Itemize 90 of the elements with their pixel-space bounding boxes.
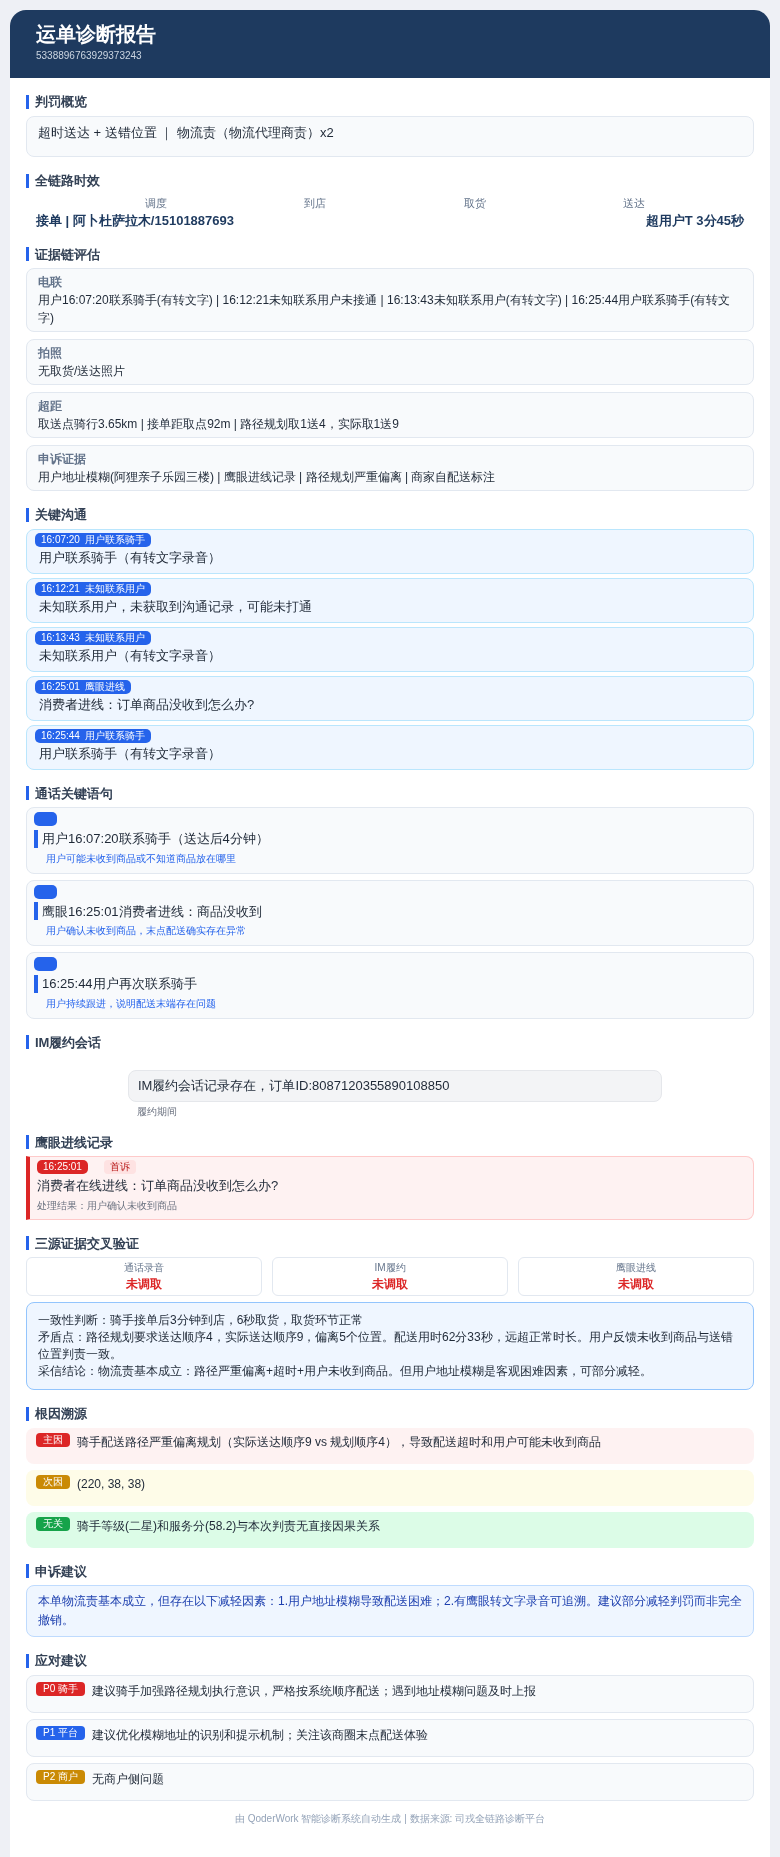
quote-text: 用户16:07:20联系骑手（送达后4分钟） xyxy=(42,830,269,848)
appeal-box: 本单物流责基本成立，但存在以下减轻因素：1.用户地址模糊导致配送困难；2.有鹰眼转文字录音可追溯。建议部分减轻判罚而非完全撤销。 xyxy=(26,1585,754,1637)
section-marker xyxy=(26,1236,29,1251)
evidence-label: 拍照 xyxy=(38,345,63,362)
footer-text: 由 QoderWork 智能诊断系统自动生成 | 数据来源: 司戎全链路诊断平台 xyxy=(233,1811,547,1826)
time-tag: 16:13:43 未知联系用户 xyxy=(35,630,152,645)
quote-text: 16:25:44用户再次联系骑手 xyxy=(42,975,197,993)
priority-tag: P1 平台 xyxy=(36,1725,85,1740)
section-marker xyxy=(26,247,29,262)
evidence-text: 用户16:07:20联系骑手(有转文字) | 16:12:21未知联系用户未接通 | 16:13:43未知联系用户(有转文字) | 16:25:44用户联系骑手(有转文字) xyxy=(38,292,732,327)
im-message: IM履约会话记录存在，订单ID:8087120355890108850 xyxy=(128,1070,662,1102)
section-title: 证据链评估 xyxy=(35,245,100,264)
section-marker xyxy=(26,1564,29,1579)
status-tag: 首诉 xyxy=(103,1160,136,1174)
time-tag: 16:12:21 未知联系用户 xyxy=(35,581,152,596)
evidence-label: 申诉证据 xyxy=(38,451,87,468)
source-label: IM履约 xyxy=(374,1261,406,1275)
tag-pill xyxy=(34,884,57,899)
section-title: 判罚概览 xyxy=(35,93,87,111)
action-text: 建议优化模糊地址的识别和提示机制；关注该商圈末点配送体验 xyxy=(92,1726,428,1744)
cause-text: (220, 38, 38) xyxy=(77,1475,146,1493)
section-title: 关键沟通 xyxy=(35,506,87,524)
verification-line: 一致性判断：骑手接单后3分钟到店，6秒取货，取货环节正常 xyxy=(38,1312,365,1329)
section-marker xyxy=(26,1406,29,1421)
source-status: 未调取 xyxy=(372,1276,408,1293)
timeline-step-label: 送达 xyxy=(622,195,647,211)
source-label: 鹰眼进线 xyxy=(616,1261,656,1275)
report-title: 运单诊断报告 xyxy=(36,22,157,47)
quote-marker xyxy=(34,974,38,993)
source-label: 通话录音 xyxy=(124,1261,164,1275)
communication-text: 未知联系用户（有转文字录音） xyxy=(38,646,222,665)
section-marker xyxy=(26,786,29,801)
communication-text: 消费者进线：订单商品没收到怎么办? xyxy=(38,695,256,714)
timeline-step-label: 取货 xyxy=(462,195,487,211)
timeline-step-label: 到店 xyxy=(303,195,328,211)
quote-marker xyxy=(34,902,38,921)
cause-tag: 无关 xyxy=(36,1516,70,1531)
evidence-text: 用户地址模糊(阿狸亲子乐园三楼) | 鹰眼进线记录 | 路径规划严重偏离 | 商家自配送标注 xyxy=(38,469,497,486)
source-status: 未调取 xyxy=(618,1276,654,1293)
action-text: 建议骑手加强路径规划执行意识，严格按系统顺序配送；遇到地址模糊问题及时上报 xyxy=(92,1682,536,1700)
communication-text: 未知联系用户，未获取到沟通记录，可能未打通 xyxy=(38,597,313,616)
section-title: 全链路时效 xyxy=(35,172,100,190)
section-marker xyxy=(26,1035,29,1050)
cause-tag: 主因 xyxy=(36,1432,70,1447)
section-marker xyxy=(26,94,29,109)
penalty-summary: 超时送达 + 送错位置 ｜ 物流责（物流代理商责）x2 xyxy=(26,115,754,157)
quote-note: 用户可能未收到商品或不知道商品放在哪里 xyxy=(45,851,237,866)
im-caption: 履约期间 xyxy=(136,1104,178,1119)
cause-text: 骑手等级(二星)和服务分(58.2)与本次判责无直接因果关系 xyxy=(77,1517,381,1535)
source-status: 未调取 xyxy=(126,1276,162,1293)
quote-note: 用户确认未收到商品，末点配送确实存在异常 xyxy=(45,924,247,938)
evidence-label: 超距 xyxy=(38,398,63,415)
cause-tag: 次因 xyxy=(36,1474,70,1489)
verification-line: 采信结论：物流责基本成立：路径严重偏离+超时+用户未收到商品。但用户地址模糊是客观困难因素，可部分减轻。 xyxy=(38,1363,653,1380)
timeline-text: 接单 | 阿卜杜萨拉木/15101887693 xyxy=(36,212,234,230)
time-tag: 16:07:20 用户联系骑手 xyxy=(35,532,152,547)
timeline-step-label: 调度 xyxy=(143,195,168,211)
quote-note: 用户持续跟进，说明配送末端存在问题 xyxy=(45,996,217,1011)
eagle-record-text: 消费者在线进线：订单商品没收到怎么办? xyxy=(37,1177,280,1195)
quote-text: 鹰眼16:25:01消费者进线：商品没收到 xyxy=(42,902,262,921)
section-marker xyxy=(26,507,29,522)
section-marker xyxy=(26,1653,29,1668)
section-title: 鹰眼进线记录 xyxy=(35,1133,113,1152)
evidence-text: 无取货/送达照片 xyxy=(38,363,127,380)
section-title: 根因溯源 xyxy=(35,1405,87,1423)
section-marker xyxy=(26,173,29,188)
time-tag: 16:25:01 xyxy=(37,1160,88,1174)
communication-text: 用户联系骑手（有转文字录音） xyxy=(38,744,222,763)
section-title: IM履约会话 xyxy=(35,1033,102,1052)
timeline-text: 超用户T 3分45秒 xyxy=(645,212,744,230)
cause-text: 骑手配送路径严重偏离规划（实际送达顺序9 vs 规划顺序4），导致配送超时和用户可能未收到商品 xyxy=(77,1433,601,1451)
communication-text: 用户联系骑手（有转文字录音） xyxy=(38,548,222,567)
tag-pill xyxy=(34,957,57,971)
section-title: 三源证据交叉验证 xyxy=(35,1234,139,1253)
order-number: 5338896763929373243 xyxy=(36,49,143,63)
section-title: 申诉建议 xyxy=(35,1562,87,1581)
evidence-text: 取送点骑行3.65km | 接单距取点92m | 路径规划取1送4，实际取1送9 xyxy=(38,416,400,433)
verification-line: 矛盾点：路径规划要求送达顺序4，实际送达顺序9，偏离5个位置。配送用时62分33秒，远超正常时长。用户反馈未收到商品与送错位置判责一致。 xyxy=(38,1329,734,1363)
priority-tag: P2 商户 xyxy=(36,1769,85,1784)
time-tag: 16:25:44 用户联系骑手 xyxy=(35,728,152,743)
quote-marker xyxy=(34,829,38,848)
section-title: 通话关键语句 xyxy=(35,784,113,803)
time-tag: 16:25:01 鹰眼进线 xyxy=(35,679,132,694)
section-title: 应对建议 xyxy=(35,1652,87,1670)
priority-tag: P0 骑手 xyxy=(36,1681,85,1696)
section-marker xyxy=(26,1135,29,1150)
action-text: 无商户侧问题 xyxy=(92,1770,164,1788)
tag-pill xyxy=(34,812,57,826)
eagle-record-result: 处理结果：用户确认未收到商品 xyxy=(37,1198,178,1213)
evidence-label: 电联 xyxy=(38,274,63,291)
